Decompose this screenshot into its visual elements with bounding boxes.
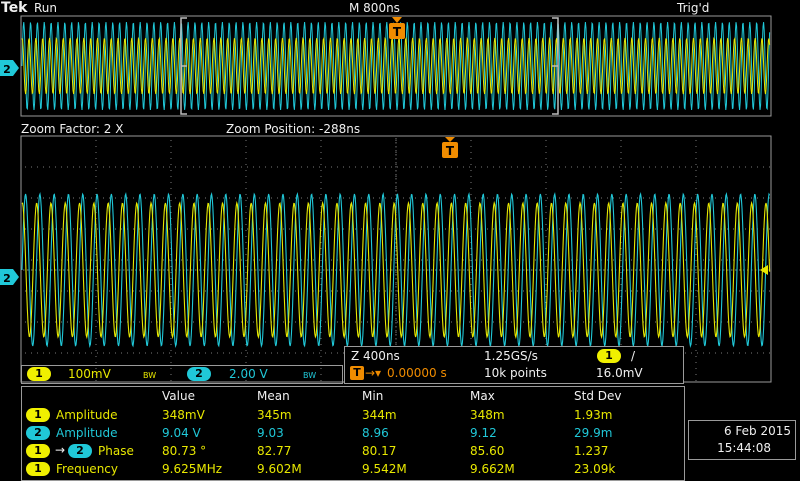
time-label: 15:44:08 [717, 441, 771, 455]
trigger-source-badge[interactable]: 1 [597, 349, 621, 363]
measurement-mean: 9.602M [257, 462, 302, 476]
acquisition-info-panel[interactable]: Z 400ns 1.25GS/s 1 / T →▾ 0.00000 s 10k … [344, 346, 684, 384]
measurement-mean: 345m [257, 408, 292, 422]
ch2-ground-marker-icon[interactable]: 2 [0, 60, 19, 76]
ch2-badge[interactable]: 2 [187, 367, 211, 381]
measurement-source2-badge[interactable]: 2 [68, 444, 92, 458]
measurement-mean: 9.03 [257, 426, 284, 440]
run-status: Run [34, 1, 58, 15]
measurement-std: 1.93m [574, 408, 613, 422]
ch1-bandwidth-limit-icon: BW [143, 371, 157, 380]
measurement-name: Frequency [56, 462, 118, 476]
ch2-ground-marker-icon-zoom[interactable]: 2 [0, 269, 19, 285]
measurement-header-std-dev: Std Dev [574, 389, 622, 403]
measurement-source-badge[interactable]: 1 [26, 462, 50, 476]
measurement-max: 9.12 [470, 426, 497, 440]
brand-logo: Tek [1, 0, 28, 16]
record-length: 10k points [484, 366, 547, 380]
measurement-name: Phase [98, 444, 134, 458]
overview-waveform-window[interactable]: T 2 [0, 14, 800, 120]
measurement-name: Amplitude [56, 426, 118, 440]
measurement-min: 9.542M [362, 462, 407, 476]
measurement-header-max: Max [470, 389, 495, 403]
measurement-std: 23.09k [574, 462, 616, 476]
measurement-min: 8.96 [362, 426, 389, 440]
trigger-arrow-icon: →▾ [365, 366, 382, 380]
ch2-scale[interactable]: 2.00 V [229, 367, 268, 381]
date-label: 6 Feb 2015 [723, 424, 791, 438]
trigger-level: 16.0mV [596, 366, 643, 380]
measurement-row[interactable]: 1 → 2 Phase 80.73 ° 82.77 80.17 85.60 1.237 [22, 443, 682, 460]
measurement-name: Amplitude [56, 408, 118, 422]
measurement-min: 80.17 [362, 444, 397, 458]
trigger-status: Trig'd [677, 1, 710, 15]
measurement-mean: 82.77 [257, 444, 292, 458]
measurement-max: 348m [470, 408, 505, 422]
measurement-max: 85.60 [470, 444, 505, 458]
measurement-row[interactable]: 1 Amplitude 348mV 345m 344m 348m 1.93m [22, 407, 682, 424]
ch1-scale[interactable]: 100mV [68, 367, 111, 381]
measurement-value: 348mV [162, 408, 205, 422]
measurement-row[interactable]: 1 Frequency 9.625MHz 9.602M 9.542M 9.662M 23.0… [22, 461, 682, 478]
trigger-icon: T [350, 366, 364, 380]
measurement-header-mean: Mean [257, 389, 290, 403]
measurement-max: 9.662M [470, 462, 515, 476]
ch1-badge[interactable]: 1 [27, 367, 51, 381]
measurement-min: 344m [362, 408, 397, 422]
measurement-header-min: Min [362, 389, 384, 403]
ch2-bandwidth-limit-icon: BW [303, 371, 317, 380]
measurements-panel[interactable]: Value Mean Min Max Std Dev 1 Amplitude 348mV 34… [21, 386, 685, 481]
sample-rate: 1.25GS/s [484, 349, 538, 363]
measurement-std: 1.237 [574, 444, 609, 458]
svg-text:T: T [446, 144, 455, 158]
svg-text:2: 2 [3, 272, 11, 285]
trigger-position-value: 0.00000 s [387, 366, 447, 380]
measurement-row[interactable]: 2 Amplitude 9.04 V 9.03 8.96 9.12 29.9m [22, 425, 682, 442]
measurement-header-value: Value [162, 389, 195, 403]
timebase-label: M 800ns [349, 1, 400, 15]
measurement-source-badge[interactable]: 1 [26, 444, 50, 458]
zoom-timebase: Z 400ns [351, 349, 400, 363]
measurement-source-badge[interactable]: 1 [26, 408, 50, 422]
svg-text:T: T [393, 25, 402, 39]
channel-settings-bar[interactable]: 1 100mV BW 2 2.00 V BW [21, 365, 343, 384]
trigger-slope-icon: / [631, 349, 636, 363]
measurement-source-badge[interactable]: 2 [26, 426, 50, 440]
measurement-value: 80.73 ° [162, 444, 207, 458]
measurement-std: 29.9m [574, 426, 613, 440]
arrow-right-icon: → [55, 443, 66, 457]
datetime-panel[interactable]: 6 Feb 2015 15:44:08 [688, 420, 796, 460]
measurement-value: 9.04 V [162, 426, 201, 440]
svg-text:2: 2 [3, 63, 11, 76]
measurement-value: 9.625MHz [162, 462, 223, 476]
